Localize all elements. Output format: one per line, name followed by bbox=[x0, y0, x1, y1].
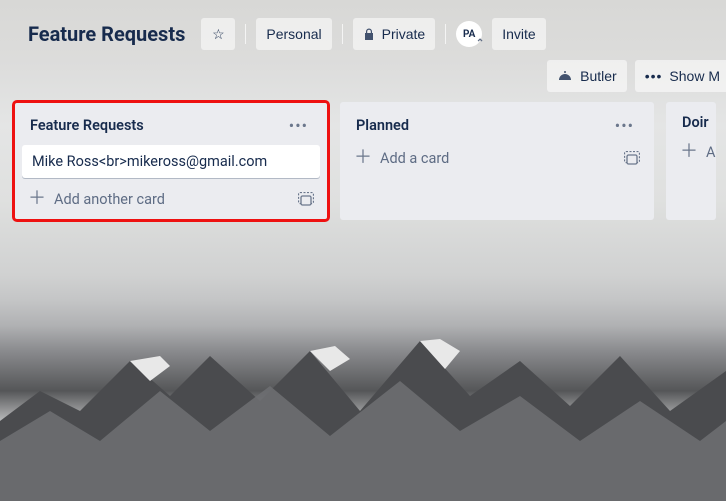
ellipsis-icon: ••• bbox=[289, 116, 308, 135]
list-footer: ＋ A bbox=[674, 137, 708, 165]
private-button[interactable]: Private bbox=[353, 18, 436, 50]
star-button[interactable]: ☆ bbox=[201, 18, 235, 50]
butler-label: Butler bbox=[580, 68, 617, 84]
show-menu-button[interactable]: ••• Show M bbox=[635, 60, 726, 92]
divider bbox=[445, 24, 446, 44]
divider bbox=[245, 24, 246, 44]
personal-label: Personal bbox=[266, 26, 321, 42]
lock-icon bbox=[363, 28, 375, 41]
list-doing: Doir ＋ A bbox=[666, 102, 716, 220]
list-menu-button[interactable]: ••• bbox=[283, 114, 314, 137]
plus-icon: ＋ bbox=[28, 190, 46, 208]
board-header: Feature Requests ☆ Personal Private PA ⌃… bbox=[0, 0, 726, 60]
butler-button[interactable]: Butler bbox=[547, 60, 627, 92]
butler-icon bbox=[557, 70, 573, 82]
add-card-button[interactable]: ＋ A bbox=[680, 143, 715, 161]
list-header: Doir bbox=[674, 110, 708, 137]
avatar[interactable]: PA ⌃ bbox=[456, 21, 482, 47]
list-header: Feature Requests ••• bbox=[22, 110, 320, 143]
avatar-initials: PA bbox=[463, 29, 475, 40]
divider bbox=[342, 24, 343, 44]
card[interactable]: Mike Ross<br>mikeross@gmail.com bbox=[22, 145, 320, 178]
card-template-button[interactable] bbox=[298, 192, 314, 206]
background-mountains bbox=[0, 301, 726, 501]
chevron-up-icon: ⌃ bbox=[476, 38, 484, 49]
list-menu-button[interactable]: ••• bbox=[609, 114, 640, 137]
board-title[interactable]: Feature Requests bbox=[28, 22, 185, 46]
add-card-label: A bbox=[706, 144, 715, 161]
list-title[interactable]: Planned bbox=[356, 117, 409, 134]
invite-button[interactable]: Invite bbox=[492, 18, 545, 50]
ellipsis-icon: ••• bbox=[645, 68, 663, 84]
list-header: Planned ••• bbox=[348, 110, 646, 143]
private-label: Private bbox=[382, 26, 426, 42]
personal-button[interactable]: Personal bbox=[256, 18, 331, 50]
card-text: Mike Ross<br>mikeross@gmail.com bbox=[32, 153, 267, 170]
ellipsis-icon: ••• bbox=[615, 116, 634, 135]
list-footer: ＋ Add another card bbox=[22, 184, 320, 212]
list-footer: ＋ Add a card bbox=[348, 143, 646, 171]
list-title[interactable]: Doir bbox=[682, 114, 709, 131]
invite-label: Invite bbox=[502, 26, 535, 42]
plus-icon: ＋ bbox=[680, 143, 698, 161]
add-card-label: Add another card bbox=[54, 191, 165, 208]
add-card-label: Add a card bbox=[380, 150, 449, 167]
add-card-button[interactable]: ＋ Add a card bbox=[354, 149, 449, 167]
board-lists: Feature Requests ••• Mike Ross<br>mikero… bbox=[0, 102, 726, 220]
list-planned: Planned ••• ＋ Add a card bbox=[340, 102, 654, 220]
board-subheader: Butler ••• Show M bbox=[0, 60, 726, 102]
add-card-button[interactable]: ＋ Add another card bbox=[28, 190, 165, 208]
show-menu-label: Show M bbox=[669, 68, 720, 84]
template-icon bbox=[624, 151, 640, 165]
star-icon: ☆ bbox=[212, 26, 225, 43]
card-template-button[interactable] bbox=[624, 151, 640, 165]
list-feature-requests: Feature Requests ••• Mike Ross<br>mikero… bbox=[14, 102, 328, 220]
template-icon bbox=[298, 192, 314, 206]
list-title[interactable]: Feature Requests bbox=[30, 117, 144, 134]
plus-icon: ＋ bbox=[354, 149, 372, 167]
